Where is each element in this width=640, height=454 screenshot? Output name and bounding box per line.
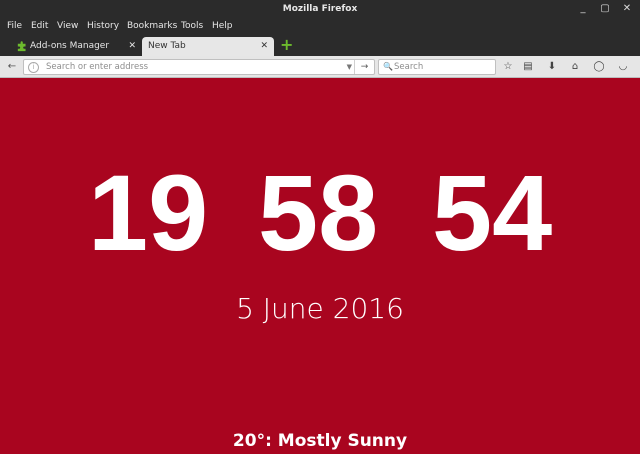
go-arrow-icon[interactable]: → [354, 60, 374, 74]
clock-seconds: 54 [432, 152, 553, 273]
chat-icon[interactable]: ◯ [591, 59, 607, 74]
menu-tools[interactable]: Tools [181, 18, 203, 35]
history-dropdown-icon[interactable]: ▼ [347, 60, 352, 74]
menu-bar: File Edit View History Bookmarks Tools H… [0, 18, 640, 35]
new-tab-plus-icon[interactable]: + [280, 37, 293, 53]
back-arrow-icon[interactable]: ← [4, 59, 20, 74]
puzzle-icon [17, 41, 26, 52]
menu-help[interactable]: Help [212, 18, 233, 35]
pocket-icon[interactable]: ◡ [615, 59, 631, 74]
tab-new-tab[interactable]: New Tab ✕ [142, 37, 274, 56]
window-title: Mozilla Firefox [282, 4, 358, 14]
menu-edit[interactable]: Edit [31, 18, 48, 35]
clock-minutes: 58 [258, 152, 379, 273]
home-icon[interactable]: ⌂ [567, 59, 583, 74]
window-titlebar: Mozilla Firefox _ ▢ ✕ [0, 0, 640, 18]
date-text: 5 June 2016 [236, 292, 404, 325]
bookmark-star-icon[interactable]: ☆ [500, 59, 516, 74]
info-icon[interactable]: i [28, 62, 39, 73]
reading-list-icon[interactable]: ▤ [520, 59, 536, 74]
tab-label: Add-ons Manager [30, 41, 110, 51]
search-icon: 🔍 [383, 62, 393, 71]
close-tab-icon[interactable]: ✕ [128, 37, 136, 56]
navigation-toolbar: ← i Search or enter address ▼ → 🔍 Search… [0, 56, 640, 78]
menu-view[interactable]: View [57, 18, 78, 35]
address-bar[interactable]: i Search or enter address ▼ → [23, 59, 375, 75]
tab-addons-manager[interactable]: Add-ons Manager ✕ [6, 37, 142, 56]
maximize-icon[interactable]: ▢ [596, 0, 614, 18]
menu-history[interactable]: History [87, 18, 119, 35]
close-tab-icon[interactable]: ✕ [260, 37, 268, 56]
close-window-icon[interactable]: ✕ [618, 0, 636, 18]
minimize-icon[interactable]: _ [574, 0, 592, 18]
weather-text: 20°: Mostly Sunny [232, 431, 408, 451]
downloads-icon[interactable]: ⬇ [544, 59, 560, 74]
search-placeholder: Search [394, 62, 424, 72]
search-bar[interactable]: 🔍 Search [378, 59, 496, 75]
tab-label: New Tab [148, 41, 186, 51]
new-tab-page: 19 58 54 5 June 2016 20°: Mostly Sunny [0, 78, 640, 454]
clock-hours: 19 [88, 152, 209, 273]
menu-bookmarks[interactable]: Bookmarks [127, 18, 177, 35]
address-placeholder: Search or enter address [46, 62, 149, 72]
clock: 19 58 54 [0, 152, 640, 273]
tab-strip: Add-ons Manager ✕ New Tab ✕ [0, 35, 640, 56]
menu-file[interactable]: File [7, 18, 22, 35]
